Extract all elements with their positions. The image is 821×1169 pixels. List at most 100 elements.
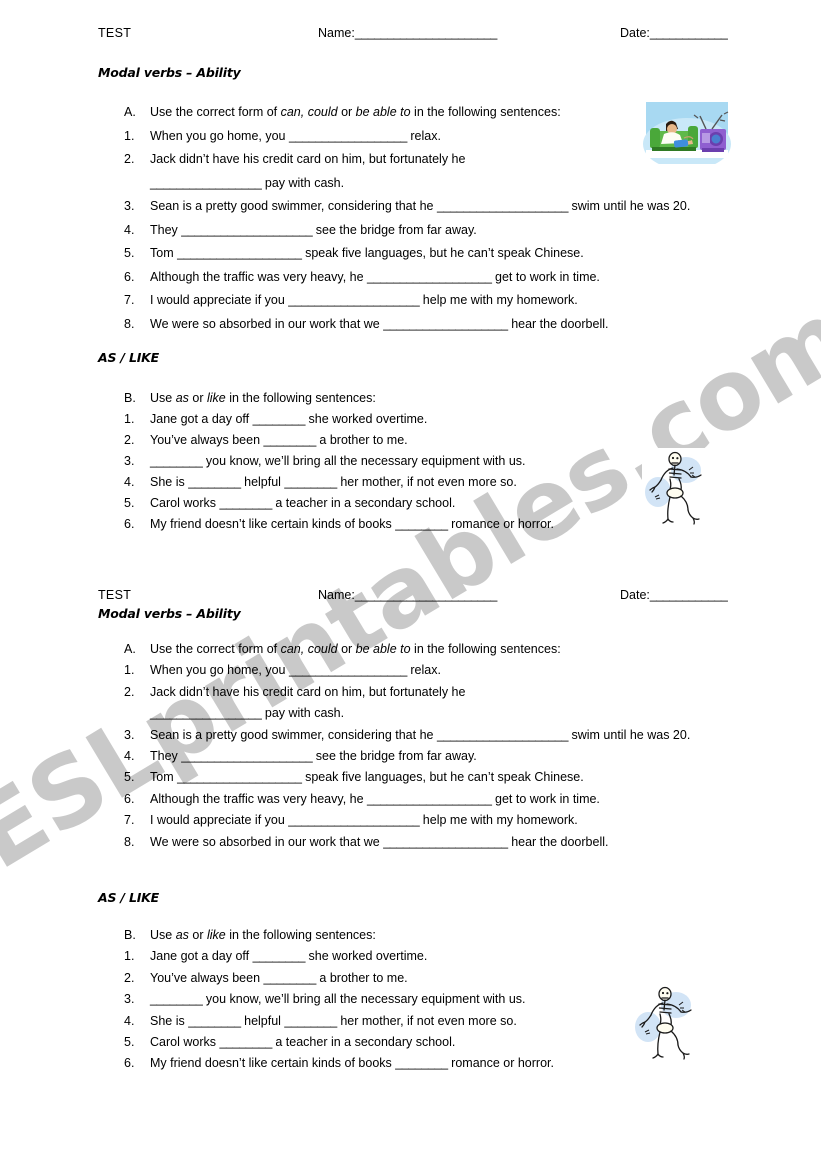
answer-blank[interactable]: ___________________ [177,770,302,784]
exercise-item: 7. I would appreciate if you ___________… [124,810,724,831]
answer-blank[interactable]: ________ [253,412,306,426]
answer-blank[interactable]: ____________________ [437,199,568,213]
exercise-item: 3. Sean is a pretty good swimmer, consid… [124,725,724,746]
item-text: Jane got a day off ________ she worked o… [150,949,428,964]
answer-blank[interactable]: ________ [219,496,272,510]
dancing-skeleton-image [642,448,712,526]
answer-blank[interactable]: ________ [395,1056,448,1070]
answer-blank[interactable]: ___________________ [367,270,492,284]
instruction-marker: A. [124,642,136,656]
exercise-item: 5. Tom ___________________ speak five la… [124,767,724,788]
exercise-item: 6. My friend doesn’t like certain kinds … [124,514,724,535]
answer-blank[interactable]: ____________________ [181,749,312,763]
item-text: Tom ___________________ speak five langu… [150,246,584,260]
section-title-modal: Modal verbs – Ability [98,606,241,621]
answer-blank[interactable]: ___________________ [367,792,492,806]
answer-blank[interactable]: ____________________ [288,293,419,307]
date-label: Date: [620,588,650,602]
instruction-marker: A. [124,105,136,119]
item-marker: 8. [124,316,135,331]
item-marker: 2. [124,684,135,699]
answer-blank[interactable]: ________ [188,475,241,489]
exercise-item: 4. They ____________________ see the bri… [124,746,724,767]
exercise-list-modal: A. Use the correct form of can, could or… [124,639,724,853]
answer-blank[interactable]: ________ [150,992,203,1006]
item-text: Jack didn’t have his credit card on him,… [150,684,466,721]
answer-blank[interactable]: ________ [188,1014,241,1028]
name-rule[interactable]: ______________________ [355,26,497,40]
exercise-item: 8. We were so absorbed in our work that … [124,313,724,337]
item-marker: 1. [124,663,135,678]
item-marker: 2. [124,970,135,985]
item-marker: 5. [124,496,135,510]
item-text: She is ________ helpful ________ her mot… [150,1013,517,1028]
item-marker: 3. [124,199,135,213]
exercise-item: 2. Jack didn’t have his credit card on h… [124,148,724,195]
exercise-item: 1. When you go home, you _______________… [124,125,724,149]
answer-blank[interactable]: __________________ [289,129,407,143]
item-marker: 6. [124,791,135,806]
answer-blank-2[interactable]: ________ [284,475,337,489]
date-field: Date:____________ [620,588,728,602]
date-rule[interactable]: ____________ [650,588,728,602]
answer-blank[interactable]: ________ [219,1035,272,1049]
answer-blank[interactable]: ________ [253,949,306,963]
item-marker: 7. [124,293,135,307]
man-relaxing-watching-tv-image [640,98,734,170]
item-text: When you go home, you __________________… [150,663,441,678]
name-field: Name:______________________ [318,26,497,40]
date-rule[interactable]: ____________ [650,26,728,40]
answer-blank[interactable]: ____________________ [437,728,568,742]
item-text: Sean is a pretty good swimmer, consideri… [150,727,691,742]
item-marker: 4. [124,475,135,489]
exercise-item: 6. Although the traffic was very heavy, … [124,789,724,810]
item-marker: 7. [124,813,135,828]
header-row: TEST Name:______________________ Date:__… [0,588,821,608]
exercise-item: 2. You’ve always been ________ a brother… [124,430,724,451]
exercise-item: 1. Jane got a day off ________ she worke… [124,946,724,967]
instruction-text: Use as or like in the following sentence… [150,928,376,942]
item-marker: 8. [124,834,135,849]
item-marker: 6. [124,1056,135,1071]
name-rule[interactable]: ______________________ [355,588,497,602]
item-text: I would appreciate if you ______________… [150,293,578,307]
item-marker: 3. [124,992,135,1007]
test-label: TEST [98,26,132,40]
answer-blank[interactable]: ________ [264,433,317,447]
item-marker: 1. [124,949,135,964]
answer-blank[interactable]: _________________ [150,176,262,190]
answer-blank[interactable]: ____________________ [181,223,312,237]
answer-blank[interactable]: ________ [150,454,203,468]
answer-blank[interactable]: ___________________ [383,317,508,331]
item-text: Carol works ________ a teacher in a seco… [150,1035,456,1050]
exercise-item: 7. I would appreciate if you ___________… [124,289,724,313]
name-label: Name: [318,588,355,602]
answer-blank[interactable]: ____________________ [288,813,419,827]
answer-blank[interactable]: ___________________ [177,246,302,260]
item-marker: 1. [124,128,135,143]
instruction-a: A. Use the correct form of can, could or… [124,639,724,660]
exercise-item: 6. Although the traffic was very heavy, … [124,266,724,290]
item-text: When you go home, you __________________… [150,128,441,143]
answer-blank[interactable]: ________ [395,517,448,531]
answer-blank[interactable]: __________________ [289,663,407,677]
instruction-text: Use the correct form of can, could or be… [150,105,561,119]
exercise-item: 4. She is ________ helpful ________ her … [124,472,724,493]
answer-blank[interactable]: ___________________ [383,835,508,849]
item-marker: 6. [124,517,135,531]
date-label: Date: [620,26,650,40]
item-marker: 5. [124,770,135,785]
instruction-a: A. Use the correct form of can, could or… [124,101,724,125]
item-text: ________ you know, we’ll bring all the n… [150,454,526,468]
item-text: We were so absorbed in our work that we … [150,834,609,849]
item-text: My friend doesn’t like certain kinds of … [150,1056,554,1071]
item-text: My friend doesn’t like certain kinds of … [150,517,554,531]
answer-blank[interactable]: ________ [264,971,317,985]
instruction-text: Use the correct form of can, could or be… [150,642,561,656]
answer-blank-2[interactable]: ________ [284,1014,337,1028]
item-text: Tom ___________________ speak five langu… [150,770,584,785]
worksheet-copy-1: TEST Name:______________________ Date:__… [0,0,821,531]
exercise-item: 4. They ____________________ see the bri… [124,219,724,243]
answer-blank[interactable]: _________________ [150,706,262,720]
exercise-item: 3. ________ you know, we’ll bring all th… [124,451,724,472]
